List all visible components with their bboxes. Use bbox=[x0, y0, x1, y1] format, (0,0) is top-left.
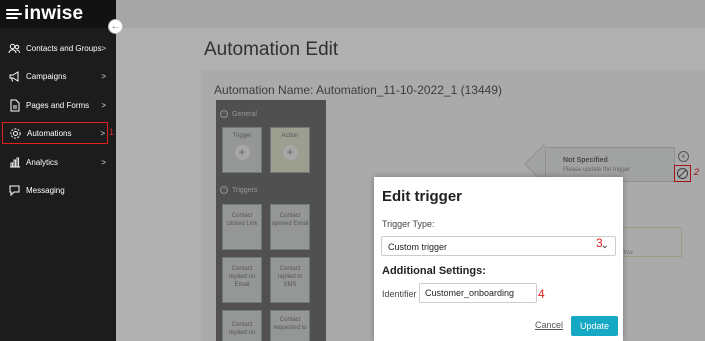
logo[interactable]: inwise bbox=[0, 0, 116, 28]
sidebar-item-automations[interactable]: Automations > bbox=[2, 122, 108, 144]
page-icon bbox=[7, 98, 21, 112]
gear-icon bbox=[8, 126, 22, 140]
sidebar-item-label: Campaigns bbox=[26, 71, 67, 81]
arrow-left-icon: ← bbox=[110, 21, 121, 32]
logo-text: inwise bbox=[24, 3, 84, 24]
additional-settings-heading: Additional Settings: bbox=[382, 265, 486, 277]
annotation-marker-4: 4 bbox=[538, 287, 545, 301]
chevron-right-icon: > bbox=[101, 71, 106, 81]
cancel-button[interactable]: Cancel bbox=[535, 320, 563, 330]
logo-icon bbox=[6, 8, 22, 20]
sidebar-item-campaigns[interactable]: Campaigns > bbox=[0, 65, 116, 87]
chat-icon bbox=[7, 183, 21, 197]
sidebar-item-label: Pages and Forms bbox=[26, 100, 90, 110]
sidebar-item-contacts-and-groups[interactable]: Contacts and Groups > bbox=[0, 37, 116, 59]
contacts-icon bbox=[7, 41, 21, 55]
sidebar-item-pages-and-forms[interactable]: Pages and Forms > bbox=[0, 94, 116, 116]
identifier-input[interactable]: Customer_onboarding bbox=[419, 283, 537, 303]
collapse-sidebar-button[interactable]: ← bbox=[108, 19, 123, 34]
trigger-type-label: Trigger Type: bbox=[382, 219, 435, 229]
sidebar-item-label: Contacts and Groups bbox=[26, 43, 102, 53]
trigger-type-select[interactable]: Custom trigger ⌄ bbox=[381, 236, 616, 256]
annotation-marker-1: 1 bbox=[109, 127, 115, 137]
bar-chart-icon bbox=[7, 155, 21, 169]
megaphone-icon bbox=[7, 69, 21, 83]
edit-trigger-dialog: Edit trigger Trigger Type: Custom trigge… bbox=[374, 177, 623, 341]
chevron-right-icon: > bbox=[101, 157, 106, 167]
sidebar-item-label: Automations bbox=[27, 128, 72, 138]
update-button[interactable]: Update bbox=[571, 316, 618, 336]
sidebar-item-messaging[interactable]: Messaging bbox=[0, 179, 116, 201]
sidebar: inwise Contacts and Groups > Campaigns >… bbox=[0, 0, 116, 341]
trigger-type-value: Custom trigger bbox=[388, 242, 448, 252]
sidebar-item-label: Messaging bbox=[26, 185, 65, 195]
chevron-right-icon: > bbox=[101, 100, 106, 110]
sidebar-item-label: Analytics bbox=[26, 157, 59, 167]
dialog-title: Edit trigger bbox=[382, 188, 463, 205]
identifier-label: Identifier bbox=[382, 289, 417, 299]
annotation-marker-3: 3 bbox=[596, 236, 603, 250]
sidebar-item-analytics[interactable]: Analytics > bbox=[0, 151, 116, 173]
chevron-right-icon: > bbox=[100, 128, 105, 138]
chevron-right-icon: > bbox=[101, 43, 106, 53]
